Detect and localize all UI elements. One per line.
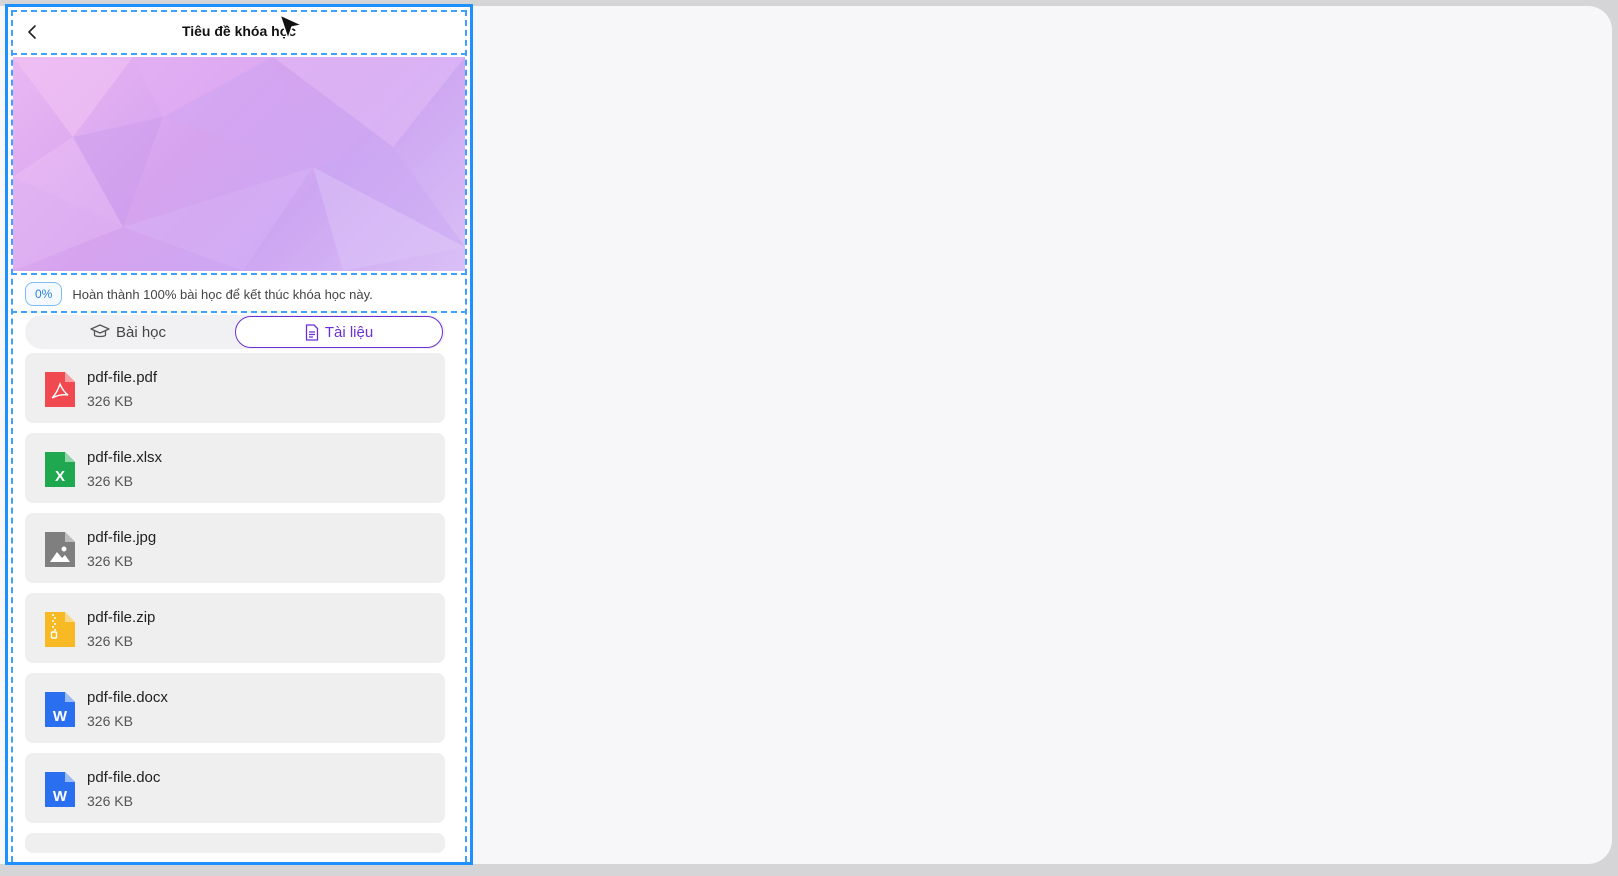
file-name: pdf-file.jpg [87,529,157,546]
progress-message: Hoàn thành 100% bài học để kết thúc khóa… [72,286,373,302]
document-list: pdf-file.pdf 326 KB X pdf-file.xlsx 326 … [25,353,445,862]
file-name: pdf-file.doc [87,769,161,786]
file-name: pdf-file.docx [87,689,168,706]
page-title: Tiêu đề khóa học [181,23,297,39]
file-size: 326 KB [87,553,133,569]
course-banner [13,57,465,271]
mouse-cursor-icon [279,14,303,40]
tab-lessons[interactable]: Bài học [25,315,231,349]
divider [11,311,467,313]
zip-file-icon [45,612,75,647]
file-name: pdf-file.zip [87,609,156,626]
file-name: pdf-file.xlsx [87,449,163,466]
svg-text:X: X [55,468,65,485]
file-size: 326 KB [87,633,133,649]
file-size: 326 KB [87,793,133,809]
list-item[interactable]: pdf-file.jpg 326 KB [25,513,445,583]
list-item[interactable]: pdf-file.zip 326 KB [25,593,445,663]
svg-text:W: W [53,708,68,725]
list-item[interactable]: pdf-file.pdf 326 KB [25,353,445,423]
pdf-file-icon [45,372,75,407]
mobile-screen: Tiêu đề khóa học 0% Hoàn thành 100% bài … [5,4,473,865]
svg-text:W: W [53,788,68,805]
file-size: 326 KB [87,473,133,489]
tab-documents-label: Tài liệu [324,323,374,341]
tab-bar: Bài học Tài liệu [25,315,445,349]
list-item[interactable]: X pdf-file.xlsx 326 KB [25,433,445,503]
tab-documents[interactable]: Tài liệu [235,316,443,348]
file-size: 326 KB [87,713,133,729]
list-item[interactable] [25,833,445,853]
progress-badge: 0% [25,282,63,306]
divider [11,53,467,55]
image-file-icon [45,532,75,567]
word-file-icon: W [45,692,75,727]
word-file-icon: W [45,772,75,807]
course-progress: 0% Hoàn thành 100% bài học để kết thúc k… [25,281,373,307]
excel-file-icon: X [45,452,75,487]
file-name: pdf-file.pdf [87,369,158,386]
list-item[interactable]: W pdf-file.docx 326 KB [25,673,445,743]
file-size: 326 KB [87,393,133,409]
graduation-cap-icon [90,324,110,338]
app-header: Tiêu đề khóa học [8,7,470,55]
tab-lessons-label: Bài học [115,323,167,341]
divider [11,273,467,275]
document-icon [305,323,318,341]
list-item[interactable]: W pdf-file.doc 326 KB [25,753,445,823]
